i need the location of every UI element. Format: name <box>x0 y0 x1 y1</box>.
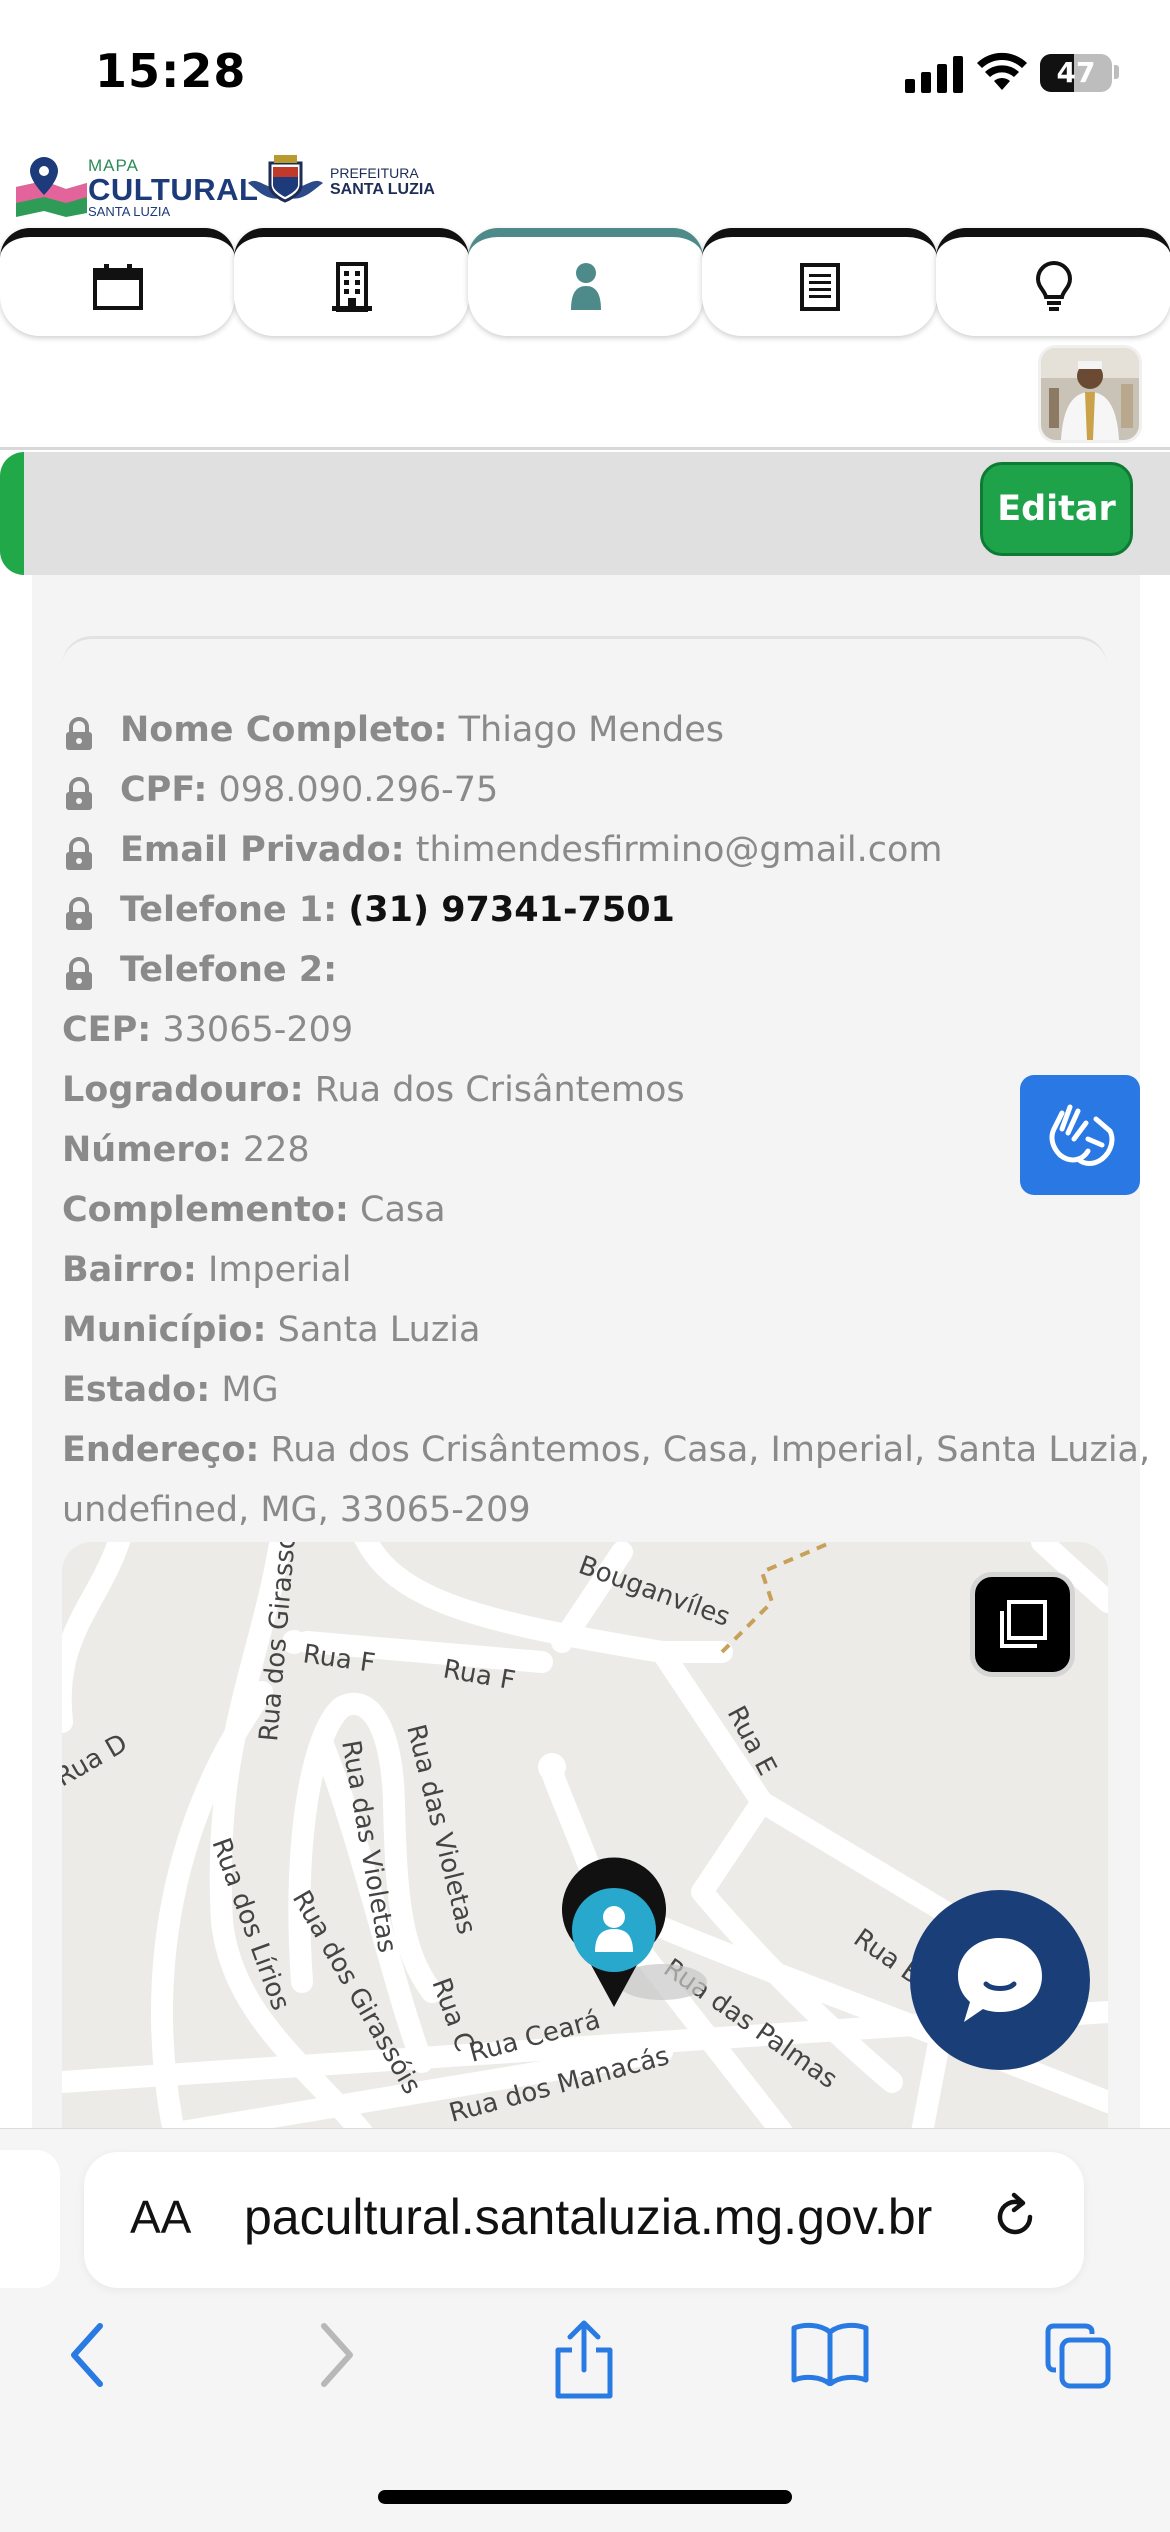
field-label: Bairro: <box>62 1250 197 1290</box>
field-value: Rua dos Crisântemos <box>314 1070 685 1110</box>
field-label: Endereço: <box>62 1430 260 1470</box>
calendar-icon <box>92 263 143 310</box>
profile-field: Email Privado: thimendesfirmino@gmail.co… <box>62 825 943 875</box>
person-icon <box>570 262 601 310</box>
field-value: thimendesfirmino@gmail.com <box>415 830 943 870</box>
profile-field: CEP: 33065-209 <box>62 1005 353 1055</box>
logo-sub-text: SANTA LUZIA <box>88 204 171 219</box>
field-label: Telefone 1: <box>120 890 338 930</box>
field-label: Logradouro: <box>62 1070 304 1110</box>
prefeitura-line1: PREFEITURA <box>330 165 419 181</box>
sign-language-hands-icon <box>1049 1104 1115 1166</box>
field-label: CEP: <box>62 1010 152 1050</box>
chat-button[interactable] <box>910 1890 1090 2070</box>
lock-icon <box>62 715 96 750</box>
tab-agents[interactable] <box>468 228 703 336</box>
wifi-icon <box>975 50 1029 96</box>
previous-tab-peek[interactable] <box>0 2150 60 2288</box>
battery-level: 47 <box>1056 56 1096 89</box>
tab-projects[interactable] <box>702 228 937 336</box>
field-value: Santa Luzia <box>277 1310 481 1350</box>
lock-icon <box>62 835 96 870</box>
prefeitura-emblem-icon <box>248 153 323 211</box>
prefeitura-line2: SANTA LUZIA <box>330 181 435 198</box>
lock-icon <box>62 775 96 810</box>
field-endereco: Endereço: Rua dos Crisântemos, Casa, Imp… <box>62 1425 1150 1475</box>
field-label: Município: <box>62 1310 267 1350</box>
profile-field: Município: Santa Luzia <box>62 1305 480 1355</box>
lightbulb-icon <box>1035 260 1072 311</box>
profile-field: Telefone 2: <box>62 945 337 995</box>
text-size-button[interactable]: AA <box>130 2190 191 2244</box>
profile-field: Logradouro: Rua dos Crisântemos <box>62 1065 685 1115</box>
status-bar: 15:28 47 <box>0 0 1170 135</box>
profile-field: Telefone 1: (31) 97341-7501 <box>62 885 675 935</box>
mapa-cultural-logo-icon[interactable] <box>14 153 89 218</box>
profile-field: Nome Completo: Thiago Mendes <box>62 705 724 755</box>
field-value: Imperial <box>208 1250 352 1290</box>
document-icon <box>799 262 840 311</box>
field-value: 33065-209 <box>162 1010 354 1050</box>
vlibras-accessibility-button[interactable] <box>1020 1075 1140 1195</box>
logo-big-text: CULTURAL <box>88 172 259 207</box>
profile-field: CPF: 098.090.296-75 <box>62 765 498 815</box>
tab-opportunities[interactable] <box>936 228 1170 336</box>
lock-icon <box>62 955 96 990</box>
field-value: MG <box>221 1370 279 1410</box>
field-label: Telefone 2: <box>120 950 338 990</box>
bookmarks-icon[interactable] <box>790 2320 870 2390</box>
layers-icon <box>999 1599 1047 1648</box>
mapa-cultural-logo-text: MAPA CULTURAL SANTA LUZIA <box>88 157 258 219</box>
field-label: CPF: <box>120 770 208 810</box>
field-value: Rua dos Crisântemos, Casa, Imperial, San… <box>270 1430 1151 1470</box>
field-endereco-continued: undefined, MG, 33065-209 <box>62 1485 531 1535</box>
field-label: Estado: <box>62 1370 211 1410</box>
profile-field: Estado: MG <box>62 1365 279 1415</box>
field-label: Complemento: <box>62 1190 349 1230</box>
profile-field: Bairro: Imperial <box>62 1245 351 1295</box>
chat-bubble-icon <box>958 1938 1042 2022</box>
field-label: Email Privado: <box>120 830 405 870</box>
battery-tip <box>1114 65 1119 79</box>
edit-button[interactable]: Editar <box>980 462 1133 556</box>
profile-field: Complemento: Casa <box>62 1185 446 1235</box>
text-size-label: AA <box>130 2191 192 2243</box>
back-icon[interactable] <box>62 2320 112 2394</box>
field-label: Nome Completo: <box>120 710 448 750</box>
header-divider <box>0 447 1170 450</box>
share-icon[interactable] <box>552 2320 616 2404</box>
cellular-signal-icon <box>905 55 963 93</box>
field-value: 228 <box>242 1130 310 1170</box>
user-avatar[interactable] <box>1038 345 1142 443</box>
building-icon <box>331 261 372 312</box>
panel-divider <box>62 636 1107 666</box>
field-value: undefined, MG, 33065-209 <box>62 1490 531 1530</box>
field-label: Número: <box>62 1130 232 1170</box>
site-header: MAPA CULTURAL SANTA LUZIA PREFEITURA SAN… <box>0 145 1170 225</box>
battery-icon: 47 <box>1040 54 1112 92</box>
tab-events[interactable] <box>0 228 235 336</box>
status-time: 15:28 <box>95 44 247 98</box>
url-text[interactable]: pacultural.santaluzia.mg.gov.br <box>244 2188 932 2246</box>
tab-spaces[interactable] <box>234 228 469 336</box>
field-value[interactable]: (31) 97341-7501 <box>348 890 675 930</box>
forward-icon[interactable] <box>312 2320 362 2394</box>
browser-nav-row <box>0 2320 1170 2410</box>
field-value: Casa <box>360 1190 446 1230</box>
profile-field: Número: 228 <box>62 1125 310 1175</box>
field-value: Thiago Mendes <box>458 710 725 750</box>
main-tabs <box>0 228 1170 336</box>
tabs-overview-icon[interactable] <box>1042 2320 1114 2396</box>
prefeitura-text: PREFEITURA SANTA LUZIA <box>330 165 435 198</box>
reload-icon[interactable] <box>990 2192 1040 2246</box>
lock-icon <box>62 895 96 930</box>
map-layers-button[interactable] <box>970 1572 1075 1677</box>
field-value: 098.090.296-75 <box>218 770 499 810</box>
home-indicator <box>378 2490 792 2504</box>
